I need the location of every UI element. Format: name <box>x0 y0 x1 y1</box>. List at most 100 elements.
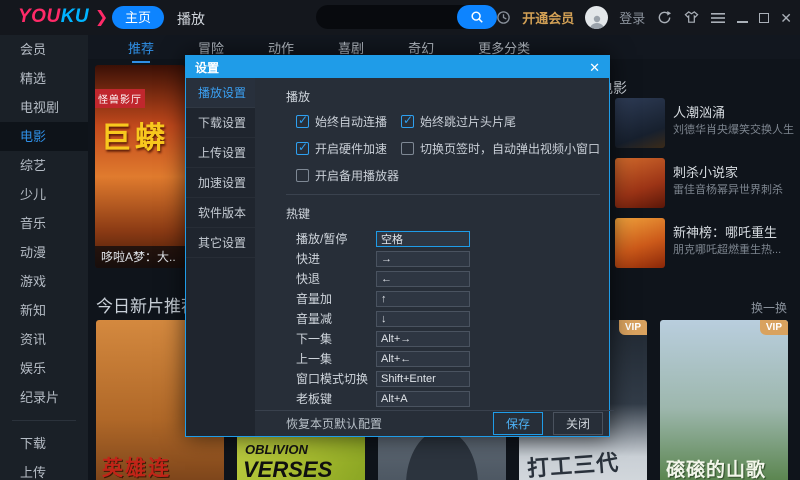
checkbox-skip-intro[interactable] <box>401 113 414 128</box>
search-icon <box>471 11 483 23</box>
poster-art-text: OBLIVION <box>245 442 308 457</box>
movie-thumbnail <box>615 158 665 208</box>
movie-desc: 朋克哪吒超燃重生热... <box>673 244 782 256</box>
minimize-button[interactable] <box>737 13 749 23</box>
sidebar-item-kids[interactable]: 少儿 <box>0 180 88 209</box>
vip-badge: VIP <box>759 320 788 335</box>
logo-arrow-icon: ❯ <box>94 9 109 26</box>
hotkey-input-fast-forward[interactable] <box>376 250 470 267</box>
reset-defaults-link[interactable]: 恢复本页默认配置 <box>286 415 382 432</box>
avatar[interactable] <box>585 6 609 29</box>
search-input[interactable] <box>328 5 453 29</box>
logo-ku: KU <box>60 6 90 27</box>
hotkey-input-play-pause[interactable] <box>376 230 470 247</box>
checkbox-mini-window[interactable] <box>401 142 414 155</box>
checkbox-hw-acceleration[interactable] <box>296 140 309 155</box>
sidebar-item-anime[interactable]: 动漫 <box>0 238 88 267</box>
hotkey-label: 快退 <box>296 272 321 286</box>
menu-icon[interactable] <box>710 10 726 26</box>
play-section-label: 播放 <box>286 90 311 104</box>
login-link[interactable]: 登录 <box>619 8 645 27</box>
movie-title: 刺杀小说家 <box>673 165 739 180</box>
sidebar-item-documentary[interactable]: 纪录片 <box>0 383 88 412</box>
tab-recommend[interactable]: 推荐 <box>128 38 154 63</box>
nav-play-button[interactable]: 播放 <box>177 9 205 29</box>
tab-more-categories[interactable]: 更多分类 <box>478 38 530 57</box>
movie-desc: 雷佳音杨幂异世界刺杀 <box>673 184 783 196</box>
banner-art-title: 巨蟒 <box>101 122 169 155</box>
poster-art-text: 磙磙的山歌 <box>666 460 767 480</box>
hotkey-label: 播放/暂停 <box>296 232 348 246</box>
checkbox-label: 始终自动连播 <box>315 115 388 129</box>
settings-tab-upload[interactable]: 上传设置 <box>186 138 255 168</box>
poster-art-text: VERSES <box>243 457 333 480</box>
checkbox-label: 开启硬件加速 <box>315 142 388 156</box>
sidebar-item-news[interactable]: 资讯 <box>0 325 88 354</box>
dialog-close-icon[interactable]: ✕ <box>589 61 600 74</box>
poster-art-text: 打工三代 <box>526 449 620 480</box>
tab-action[interactable]: 动作 <box>268 38 294 57</box>
settings-tab-acceleration[interactable]: 加速设置 <box>186 168 255 198</box>
maximize-button[interactable] <box>759 12 770 23</box>
logo-you: YOU <box>18 6 61 27</box>
save-button[interactable]: 保存 <box>492 412 543 435</box>
settings-tab-download[interactable]: 下载设置 <box>186 108 255 138</box>
sidebar-item-variety[interactable]: 综艺 <box>0 151 88 180</box>
sidebar-item-games[interactable]: 游戏 <box>0 267 88 296</box>
close-button[interactable]: 关闭 <box>553 412 604 435</box>
hotkey-input-volume-down[interactable] <box>376 310 470 327</box>
user-icon <box>589 15 604 29</box>
open-vip-link[interactable]: 开通会员 <box>522 8 574 27</box>
sidebar-item-knowledge[interactable]: 新知 <box>0 296 88 325</box>
sidebar-item-music[interactable]: 音乐 <box>0 209 88 238</box>
poster-shange-film[interactable]: 磙磙的山歌 VIP <box>660 320 788 480</box>
hotkey-input-boss-key[interactable] <box>376 390 470 407</box>
hotkey-input-rewind[interactable] <box>376 270 470 287</box>
movie-title: 新神榜：哪吒重生 <box>673 225 778 240</box>
hot-movie-item[interactable]: 刺杀小说家 雷佳音杨幂异世界刺杀 <box>615 158 795 208</box>
window-close-button[interactable]: ✕ <box>780 11 792 25</box>
refresh-icon[interactable] <box>656 10 672 26</box>
hotkey-input-prev-episode[interactable] <box>376 350 470 367</box>
dialog-titlebar: 设置 ✕ <box>186 56 609 78</box>
search-button[interactable] <box>457 5 497 29</box>
settings-tab-playback[interactable]: 播放设置 <box>186 78 255 108</box>
nav-home-button[interactable]: 主页 <box>112 6 164 29</box>
sidebar-item-movies[interactable]: 电影 <box>0 122 88 151</box>
tab-adventure[interactable]: 冒险 <box>198 38 224 57</box>
banner-tag: 怪兽影厅 <box>95 89 145 108</box>
checkbox-backup-player[interactable] <box>296 169 309 182</box>
movie-thumbnail <box>615 98 665 148</box>
sidebar-item-download[interactable]: 下载 <box>0 429 88 458</box>
sidebar-item-tv[interactable]: 电视剧 <box>0 93 88 122</box>
skin-theme-icon[interactable] <box>683 10 699 26</box>
hot-movie-item[interactable]: 人潮汹涌 刘德华肖央爆笑交换人生 <box>615 98 795 148</box>
search-box[interactable] <box>316 5 497 29</box>
sidebar-item-vip[interactable]: 会员 <box>0 35 88 64</box>
hotkey-label: 音量加 <box>296 292 333 306</box>
movie-desc: 刘德华肖央爆笑交换人生 <box>673 124 794 136</box>
hotkey-section-label: 热键 <box>286 207 311 221</box>
movie-title: 人潮汹涌 <box>673 105 726 120</box>
hot-movie-item[interactable]: 新神榜：哪吒重生 朋克哪吒超燃重生热... <box>615 218 795 268</box>
settings-tab-version[interactable]: 软件版本 <box>186 198 255 228</box>
tab-fantasy[interactable]: 奇幻 <box>408 38 434 57</box>
checkbox-label: 始终跳过片头片尾 <box>420 115 517 129</box>
section-title: 今日新片推荐 <box>96 297 198 316</box>
hotkey-label: 快进 <box>296 252 321 266</box>
youku-logo[interactable]: YOUKU ❯ <box>18 6 109 28</box>
settings-tab-other[interactable]: 其它设置 <box>186 228 255 258</box>
hotkey-input-next-episode[interactable] <box>376 330 470 347</box>
tab-comedy[interactable]: 喜剧 <box>338 38 364 57</box>
hotkey-input-volume-up[interactable] <box>376 290 470 307</box>
sidebar-item-featured[interactable]: 精选 <box>0 64 88 93</box>
titlebar: YOUKU ❯ 主页 播放 开通会员 登录 ✕ <box>0 0 800 35</box>
banner-poster[interactable]: 怪兽影厅 巨蟒 哆啦A梦：大.. <box>95 65 185 268</box>
sidebar-item-upload[interactable]: 上传 <box>0 458 88 480</box>
hotkey-input-window-mode[interactable] <box>376 370 470 387</box>
banner-caption: 哆啦A梦：大.. <box>95 246 185 268</box>
checkbox-auto-continue[interactable] <box>296 113 309 128</box>
history-icon[interactable] <box>495 10 511 26</box>
sidebar-item-entertainment[interactable]: 娱乐 <box>0 354 88 383</box>
settings-tab-list: 播放设置 下载设置 上传设置 加速设置 软件版本 其它设置 <box>186 78 255 436</box>
